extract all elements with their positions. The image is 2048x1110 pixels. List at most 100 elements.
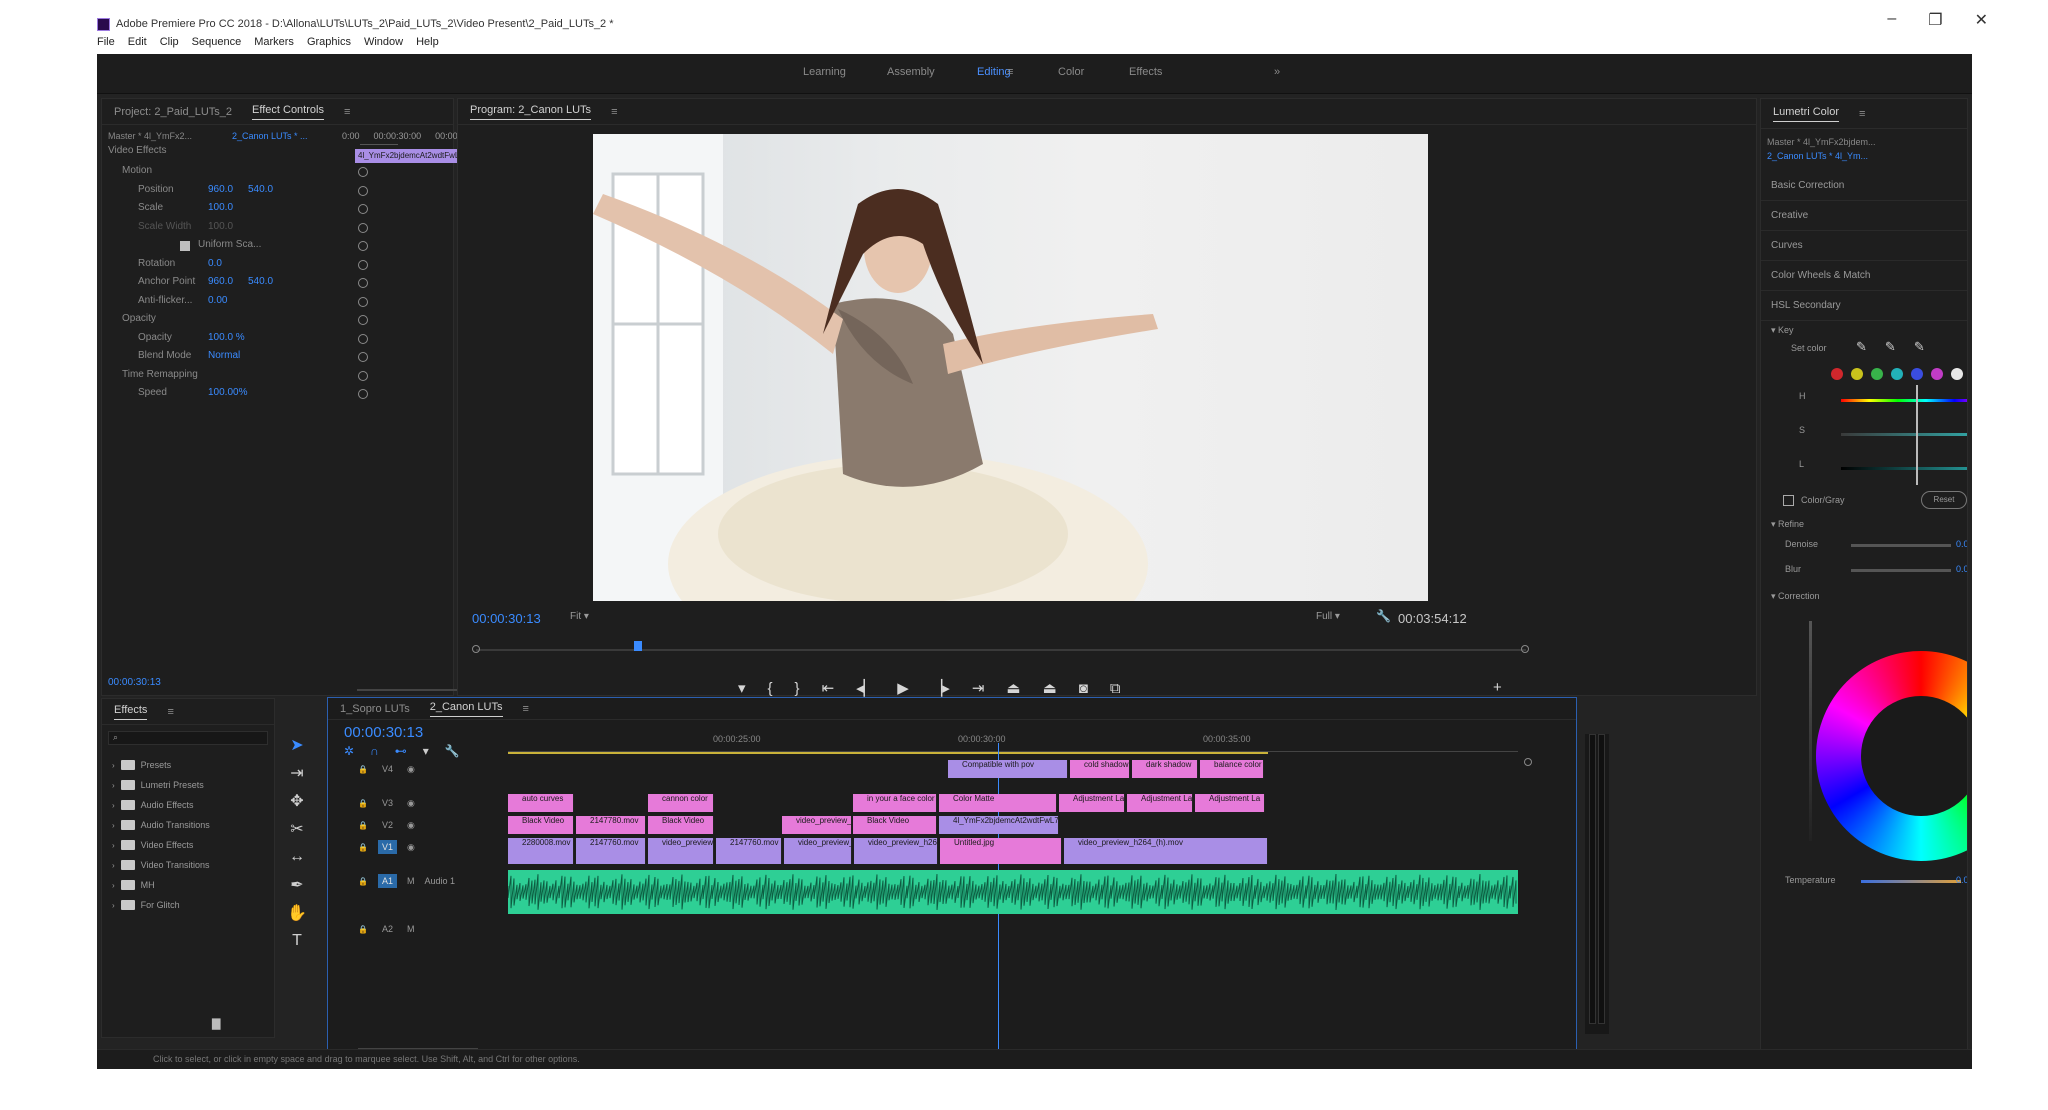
effect-value-2[interactable]: 540.0 [248,276,273,287]
reset-parameter-icon[interactable] [358,204,368,214]
timeline-clip[interactable]: video_preview [648,838,714,864]
timeline-clip[interactable]: video_preview_h264 [854,838,938,864]
tab-project[interactable]: Project: 2_Paid_LUTs_2 [114,106,232,118]
effect-property-row[interactable]: Speed 100.00% [108,387,368,405]
section-basic-correction[interactable]: Basic Correction [1761,171,1967,201]
color-swatch[interactable] [1951,368,1963,380]
tab-sequence-1[interactable]: 1_Sopro LUTs [340,703,410,715]
timeline-clip[interactable]: Black Video [648,816,714,834]
color-gray-checkbox[interactable] [1783,495,1794,506]
track-visibility-icon[interactable]: ◉ [407,798,415,809]
restore-button[interactable]: ❐ [1928,10,1942,30]
timeline-clip[interactable]: cannon color [648,794,714,812]
effect-timecode[interactable]: 00:00:30:13 [108,677,161,688]
master-clip-label[interactable]: Master * 4l_YmFx2... [108,131,192,141]
sequence-clip-label[interactable]: 2_Canon LUTs * ... [232,131,308,141]
effects-title[interactable]: Effects [114,704,148,720]
effects-folder[interactable]: › Lumetri Presets [102,775,272,795]
track-visibility-icon[interactable]: ◉ [407,842,415,853]
snap-icon[interactable]: ∩ [370,744,379,758]
fit-dropdown[interactable]: Fit ▾ [570,611,589,622]
effect-property-row[interactable]: Scale Width 100.0 [108,221,368,239]
track-target[interactable]: V4 [378,762,397,776]
effect-value-1[interactable]: 960.0 [208,276,233,287]
effect-property-row[interactable]: Opacity 100.0 % [108,332,368,350]
go-to-in-icon[interactable]: ⇤ [822,679,835,697]
workspace-color[interactable]: Color [1058,66,1084,78]
close-button[interactable]: ✕ [1975,10,1988,30]
effects-menu-icon[interactable]: ≡ [167,706,173,718]
hue-range-slider[interactable] [1841,399,1967,402]
menu-markers[interactable]: Markers [254,36,294,54]
denoise-slider[interactable] [1851,544,1951,547]
lock-icon[interactable]: 🔒 [358,821,368,830]
effect-property-row[interactable]: Opacity [108,313,368,331]
section-creative[interactable]: Creative [1761,201,1967,231]
color-swatch[interactable] [1931,368,1943,380]
lock-icon[interactable]: 🔒 [358,925,368,934]
timeline-clip[interactable]: video_preview_h264_(h).mov [1064,838,1268,864]
menu-window[interactable]: Window [364,36,403,54]
effects-folder[interactable]: › Video Effects [102,835,272,855]
timeline-clip[interactable]: Untitled.jpg [940,838,1062,864]
lock-icon[interactable]: 🔒 [358,799,368,808]
reset-button[interactable]: Reset [1921,491,1967,509]
timeline-clip[interactable]: 2147760.mov [576,838,646,864]
track-target[interactable]: V1 [377,840,397,854]
menu-file[interactable]: File [97,36,115,54]
minimize-button[interactable]: – [1887,10,1896,30]
menu-edit[interactable]: Edit [128,36,147,54]
blur-slider[interactable] [1851,569,1951,572]
effects-folder[interactable]: › Video Transitions [102,855,272,875]
color-swatch[interactable] [1851,368,1863,380]
reset-parameter-icon[interactable] [358,259,368,270]
menu-sequence[interactable]: Sequence [192,36,242,54]
blur-value[interactable]: 0.0 [1956,564,1967,574]
color-swatch[interactable] [1891,368,1903,380]
eyedropper-subtract-icon[interactable]: ✎ [1914,339,1925,355]
program-playhead[interactable] [633,641,642,651]
program-scrubber[interactable] [476,641,1526,651]
track-target[interactable]: V3 [378,796,397,810]
lift-icon[interactable]: ⏏ [1006,679,1020,697]
timeline-clip[interactable]: Adjustment Lay [1059,794,1125,812]
color-swatch[interactable] [1871,368,1883,380]
timeline-clip[interactable]: Color Matte [939,794,1057,812]
reset-parameter-icon[interactable] [358,315,368,325]
effect-value-1[interactable]: 100.0 [208,202,233,213]
panel-menu-icon[interactable]: ≡ [344,106,350,118]
timeline-clip[interactable]: 4l_YmFx2bjdemcAt2wdtFwL7Bp [939,816,1059,834]
reset-parameter-icon[interactable] [358,352,368,362]
step-back-icon[interactable]: ◂▏ [856,679,875,697]
tab-sequence-2[interactable]: 2_Canon LUTs [429,701,503,717]
export-frame-icon[interactable]: ◙ [1079,680,1088,697]
reset-parameter-icon[interactable] [358,185,368,196]
effect-value-1[interactable]: 0.00 [208,295,227,306]
lumetri-title[interactable]: Lumetri Color [1773,106,1840,122]
timeline-clip[interactable]: Adjustment Lay [1127,794,1193,812]
nest-icon[interactable]: ✲ [344,744,354,758]
section-curves[interactable]: Curves [1761,231,1967,261]
workspace-menu-icon[interactable]: ≡ [1007,66,1013,78]
effect-property-row[interactable]: Motion [108,165,368,183]
add-marker-timeline-icon[interactable]: ▾ [423,744,429,758]
timeline-clip[interactable]: video_preview_ [782,816,852,834]
track-visibility-icon[interactable]: ◉ [407,820,415,831]
effect-property-row[interactable]: Position 960.0 540.0 [108,184,368,202]
ripple-edit-tool-icon[interactable]: ✥ [286,790,308,812]
effects-folder[interactable]: › For Glitch [102,895,272,915]
workspace-effects[interactable]: Effects [1129,66,1162,78]
effects-folder[interactable]: › MH [102,875,272,895]
reset-parameter-icon[interactable] [358,389,368,399]
effect-property-row[interactable]: Uniform Sca... [108,239,368,257]
audio-clip-a1[interactable] [507,870,1518,914]
lock-icon[interactable]: 🔒 [358,843,368,852]
track-visibility-icon[interactable]: ◉ [407,764,415,775]
color-swatch[interactable] [1831,368,1843,380]
effect-value-1[interactable]: 100.00% [208,387,247,398]
track-select-tool-icon[interactable]: ⇥ [286,762,308,784]
pen-tool-icon[interactable]: ✒ [286,874,308,896]
resolution-dropdown[interactable]: Full ▾ [1316,611,1340,622]
temperature-slider[interactable] [1861,880,1961,883]
timeline-clip[interactable]: balance color [1200,760,1264,778]
